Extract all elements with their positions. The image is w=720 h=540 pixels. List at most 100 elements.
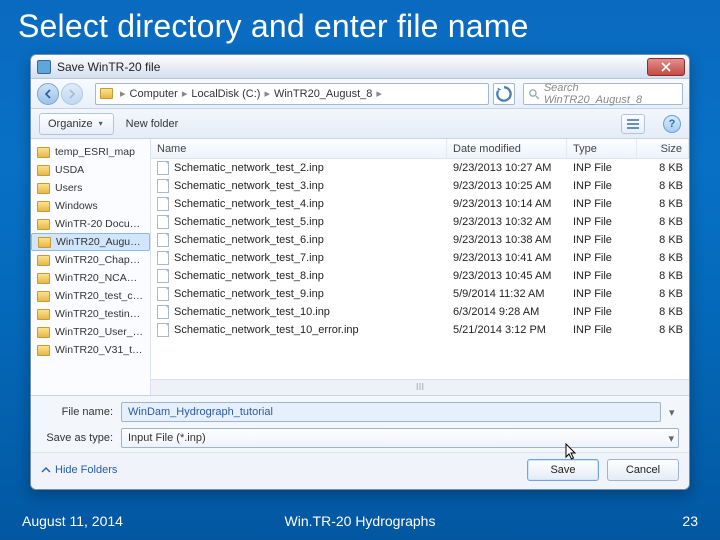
slide-page-number: 23 — [682, 513, 698, 529]
table-row[interactable]: Schematic_network_test_4.inp9/23/2013 10… — [151, 195, 689, 213]
sidebar-item[interactable]: temp_ESRI_map — [31, 143, 150, 161]
refresh-button[interactable] — [493, 83, 515, 105]
view-icon — [627, 119, 639, 129]
file-type: INP File — [567, 162, 637, 174]
sidebar-item[interactable]: WinTR-20 Docu… — [31, 215, 150, 233]
horizontal-scrollbar[interactable]: III — [151, 379, 689, 395]
breadcrumb-part[interactable]: Computer — [130, 88, 178, 100]
view-button[interactable] — [621, 114, 645, 134]
table-row[interactable]: Schematic_network_test_6.inp9/23/2013 10… — [151, 231, 689, 249]
cancel-button[interactable]: Cancel — [607, 459, 679, 481]
file-name: Schematic_network_test_2.inp — [174, 162, 324, 174]
file-name: Schematic_network_test_10.inp — [174, 306, 330, 318]
titlebar[interactable]: Save WinTR-20 file — [31, 55, 689, 79]
folder-icon — [37, 219, 50, 230]
chevron-up-icon — [41, 465, 51, 475]
column-name[interactable]: Name — [151, 139, 447, 158]
folder-icon — [37, 201, 50, 212]
table-row[interactable]: Schematic_network_test_10.inp6/3/2014 9:… — [151, 303, 689, 321]
file-icon — [157, 197, 169, 211]
sidebar-item[interactable]: WinTR20_testin… — [31, 305, 150, 323]
folder-icon — [37, 255, 50, 266]
chevron-down-icon[interactable]: ▾ — [669, 406, 679, 419]
window-title: Save WinTR-20 file — [57, 60, 647, 74]
file-icon — [157, 215, 169, 229]
help-button[interactable]: ? — [663, 115, 681, 133]
file-name: Schematic_network_test_3.inp — [174, 180, 324, 192]
file-name: Schematic_network_test_9.inp — [174, 288, 324, 300]
filename-input[interactable]: WinDam_Hydrograph_tutorial — [121, 402, 661, 422]
sidebar-item[interactable]: USDA — [31, 161, 150, 179]
sidebar-item[interactable]: WinTR20_NCA… — [31, 269, 150, 287]
file-icon — [157, 323, 169, 337]
file-name: Schematic_network_test_10_error.inp — [174, 324, 359, 336]
forward-button[interactable] — [61, 83, 83, 105]
table-row[interactable]: Schematic_network_test_10_error.inp5/21/… — [151, 321, 689, 339]
folder-icon — [37, 345, 50, 356]
file-type: INP File — [567, 234, 637, 246]
sidebar-item-label: Users — [55, 182, 82, 194]
file-rows[interactable]: Schematic_network_test_2.inp9/23/2013 10… — [151, 159, 689, 379]
nav-bar: ▸ Computer ▸ LocalDisk (C:) ▸ WinTR20_Au… — [31, 79, 689, 109]
sidebar-item-label: temp_ESRI_map — [55, 146, 135, 158]
hide-folders-button[interactable]: Hide Folders — [41, 464, 117, 476]
folder-icon — [37, 309, 50, 320]
sidebar-item[interactable]: WinTR20_test_c… — [31, 287, 150, 305]
sidebar[interactable]: temp_ESRI_map USDA Users Windows WinTR-20 Do… — [31, 139, 151, 395]
file-icon — [157, 287, 169, 301]
sidebar-item[interactable]: WinTR20_Augu… — [31, 233, 150, 251]
breadcrumb-part[interactable]: LocalDisk (C:) — [191, 88, 260, 100]
column-headers[interactable]: Name Date modified Type Size — [151, 139, 689, 159]
file-size: 8 KB — [637, 198, 689, 210]
app-icon — [37, 60, 51, 74]
breadcrumb-part[interactable]: WinTR20_August_8 — [274, 88, 372, 100]
search-input[interactable]: Search WinTR20_August_8 — [523, 83, 683, 105]
file-size: 8 KB — [637, 270, 689, 282]
sidebar-item[interactable]: Windows — [31, 197, 150, 215]
folder-icon — [37, 273, 50, 284]
table-row[interactable]: Schematic_network_test_8.inp9/23/2013 10… — [151, 267, 689, 285]
sidebar-item[interactable]: WinTR20_V31_t… — [31, 341, 150, 359]
close-icon — [661, 62, 671, 72]
dialog-footer: Hide Folders Save Cancel — [31, 452, 689, 489]
file-date: 5/9/2014 11:32 AM — [447, 288, 567, 300]
sidebar-item-label: Windows — [55, 200, 98, 212]
table-row[interactable]: Schematic_network_test_9.inp 5/9/2014 11:… — [151, 285, 689, 303]
breadcrumb[interactable]: ▸ Computer ▸ LocalDisk (C:) ▸ WinTR20_Au… — [95, 83, 489, 105]
saveastype-select[interactable]: Input File (*.inp) ▾ — [121, 428, 679, 448]
save-button[interactable]: Save — [527, 459, 599, 481]
table-row[interactable]: Schematic_network_test_3.inp9/23/2013 10… — [151, 177, 689, 195]
file-icon — [157, 161, 169, 175]
chevron-right-icon: ▸ — [262, 87, 272, 100]
organize-button[interactable]: Organize — [39, 113, 114, 135]
file-size: 8 KB — [637, 288, 689, 300]
sidebar-item[interactable]: Users — [31, 179, 150, 197]
file-name: Schematic_network_test_4.inp — [174, 198, 324, 210]
table-row[interactable]: Schematic_network_test_2.inp9/23/2013 10… — [151, 159, 689, 177]
table-row[interactable]: Schematic_network_test_7.inp9/23/2013 10… — [151, 249, 689, 267]
sidebar-item-label: WinTR20_V31_t… — [55, 344, 143, 356]
file-icon — [157, 269, 169, 283]
chevron-right-icon: ▸ — [180, 87, 190, 100]
column-date[interactable]: Date modified — [447, 139, 567, 158]
sidebar-item[interactable]: WinTR20_Chap… — [31, 251, 150, 269]
saveastype-value: Input File (*.inp) — [128, 432, 206, 444]
sidebar-item[interactable]: WinTR20_User_… — [31, 323, 150, 341]
close-button[interactable] — [647, 58, 685, 76]
chevron-right-icon: ▸ — [374, 87, 384, 100]
column-type[interactable]: Type — [567, 139, 637, 158]
file-type: INP File — [567, 306, 637, 318]
table-row[interactable]: Schematic_network_test_5.inp9/23/2013 10… — [151, 213, 689, 231]
folder-icon — [37, 327, 50, 338]
folder-icon — [37, 165, 50, 176]
file-icon — [157, 233, 169, 247]
back-button[interactable] — [37, 83, 59, 105]
column-size[interactable]: Size — [637, 139, 689, 158]
slide-footer: August 11, 2014 Win.TR-20 Hydrographs 23 — [0, 502, 720, 540]
new-folder-button[interactable]: New folder — [126, 118, 179, 130]
file-icon — [157, 251, 169, 265]
slide-title: Select directory and enter file name — [0, 0, 720, 49]
sidebar-item-label: WinTR20_NCA… — [55, 272, 137, 284]
file-name: Schematic_network_test_8.inp — [174, 270, 324, 282]
file-icon — [157, 305, 169, 319]
